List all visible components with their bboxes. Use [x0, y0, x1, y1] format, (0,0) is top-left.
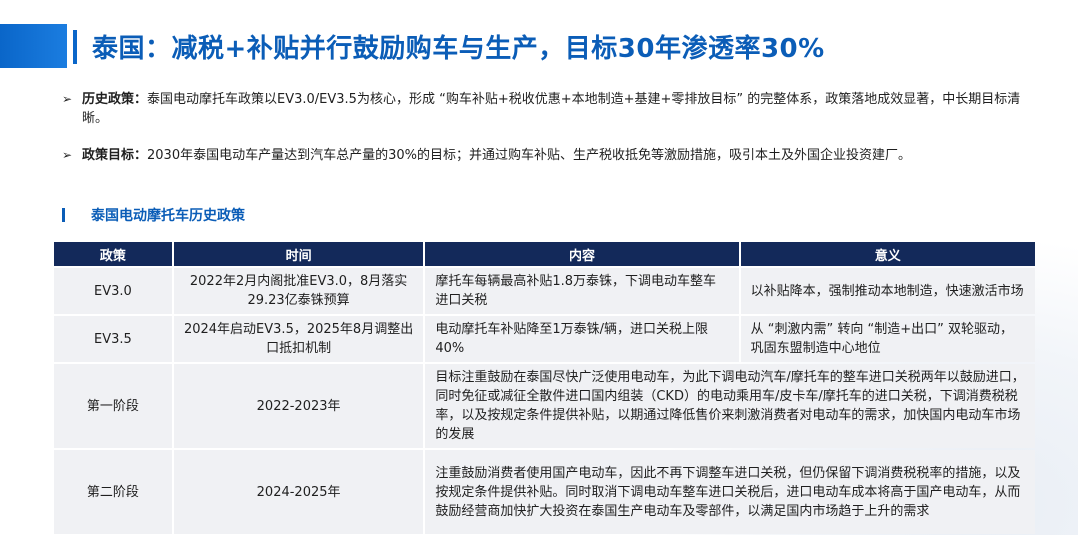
cell-time: 2022年2月内阁批准EV3.0，8月落实29.23亿泰铢预算	[173, 268, 424, 314]
cell-content: 注重鼓励消费者使用国产电动车，因此不再下调整车进口关税，但仍保留下调消费税税率的…	[425, 450, 1035, 534]
cell-policy: 第一阶段	[54, 364, 172, 448]
arrow-bullet-icon: ➢	[62, 92, 73, 106]
header-content: 内容	[425, 242, 739, 266]
bullet-history: ➢ 历史政策：泰国电动摩托车政策以EV3.0/EV3.5为核心，形成 “购车补贴…	[62, 90, 1022, 128]
cell-time: 2024-2025年	[173, 450, 424, 534]
page-title: 泰国：减税+补贴并行鼓励购车与生产，目标30年渗透率30%	[92, 34, 825, 64]
bullet-text: 2030年泰国电动车产量达到汽车总产量的30%的目标；并通过购车补贴、生产税收抵…	[147, 148, 911, 163]
bullet-goal: ➢ 政策目标：2030年泰国电动车产量达到汽车总产量的30%的目标；并通过购车补…	[62, 146, 1022, 165]
header-time: 时间	[173, 242, 424, 266]
bullet-text: 泰国电动摩托车政策以EV3.0/EV3.5为核心，形成 “购车补贴+税收优惠+本…	[82, 92, 1021, 126]
title-accent-line	[73, 30, 77, 64]
cell-policy: EV3.0	[54, 268, 172, 314]
policy-table: 政策 时间 内容 意义 EV3.0 2022年2月内阁批准EV3.0，8月落实2…	[52, 240, 1037, 536]
table-title-text: 泰国电动摩托车历史政策	[91, 208, 245, 224]
title-bar: 泰国：减税+补贴并行鼓励购车与生产，目标30年渗透率30%	[0, 24, 1078, 68]
bullet-label: 历史政策：	[82, 92, 148, 107]
cell-meaning: 从 “刺激内需” 转向 “制造+出口” 双轮驱动，巩固东盟制造中心地位	[740, 316, 1035, 362]
cell-time: 2022-2023年	[173, 364, 424, 448]
table-row: EV3.0 2022年2月内阁批准EV3.0，8月落实29.23亿泰铢预算 摩托…	[54, 268, 1035, 314]
cell-content: 摩托车每辆最高补贴1.8万泰铢，下调电动车整车进口关税	[425, 268, 739, 314]
cell-content: 电动摩托车补贴降至1万泰铢/辆，进口关税上限40%	[425, 316, 739, 362]
header-meaning: 意义	[740, 242, 1035, 266]
cell-meaning: 以补贴降本，强制推动本地制造，快速激活市场	[740, 268, 1035, 314]
arrow-bullet-icon: ➢	[62, 148, 73, 162]
cell-policy: EV3.5	[54, 316, 172, 362]
table-header-row: 政策 时间 内容 意义	[54, 242, 1035, 266]
title-accent-block	[0, 24, 67, 68]
cell-time: 2024年启动EV3.5，2025年8月调整出口抵扣机制	[173, 316, 424, 362]
cell-policy: 第二阶段	[54, 450, 172, 534]
table-row: 第二阶段 2024-2025年 注重鼓励消费者使用国产电动车，因此不再下调整车进…	[54, 450, 1035, 534]
header-policy: 政策	[54, 242, 172, 266]
table-row: 第一阶段 2022-2023年 目标注重鼓励在泰国尽快广泛使用电动车，为此下调电…	[54, 364, 1035, 448]
table-title: 泰国电动摩托车历史政策	[62, 205, 245, 225]
bullet-label: 政策目标：	[82, 148, 148, 163]
section-bar	[62, 208, 65, 222]
bullet-list: ➢ 历史政策：泰国电动摩托车政策以EV3.0/EV3.5为核心，形成 “购车补贴…	[62, 90, 1022, 183]
table-row: EV3.5 2024年启动EV3.5，2025年8月调整出口抵扣机制 电动摩托车…	[54, 316, 1035, 362]
cell-content: 目标注重鼓励在泰国尽快广泛使用电动车，为此下调电动汽车/摩托车的整车进口关税两年…	[425, 364, 1035, 448]
